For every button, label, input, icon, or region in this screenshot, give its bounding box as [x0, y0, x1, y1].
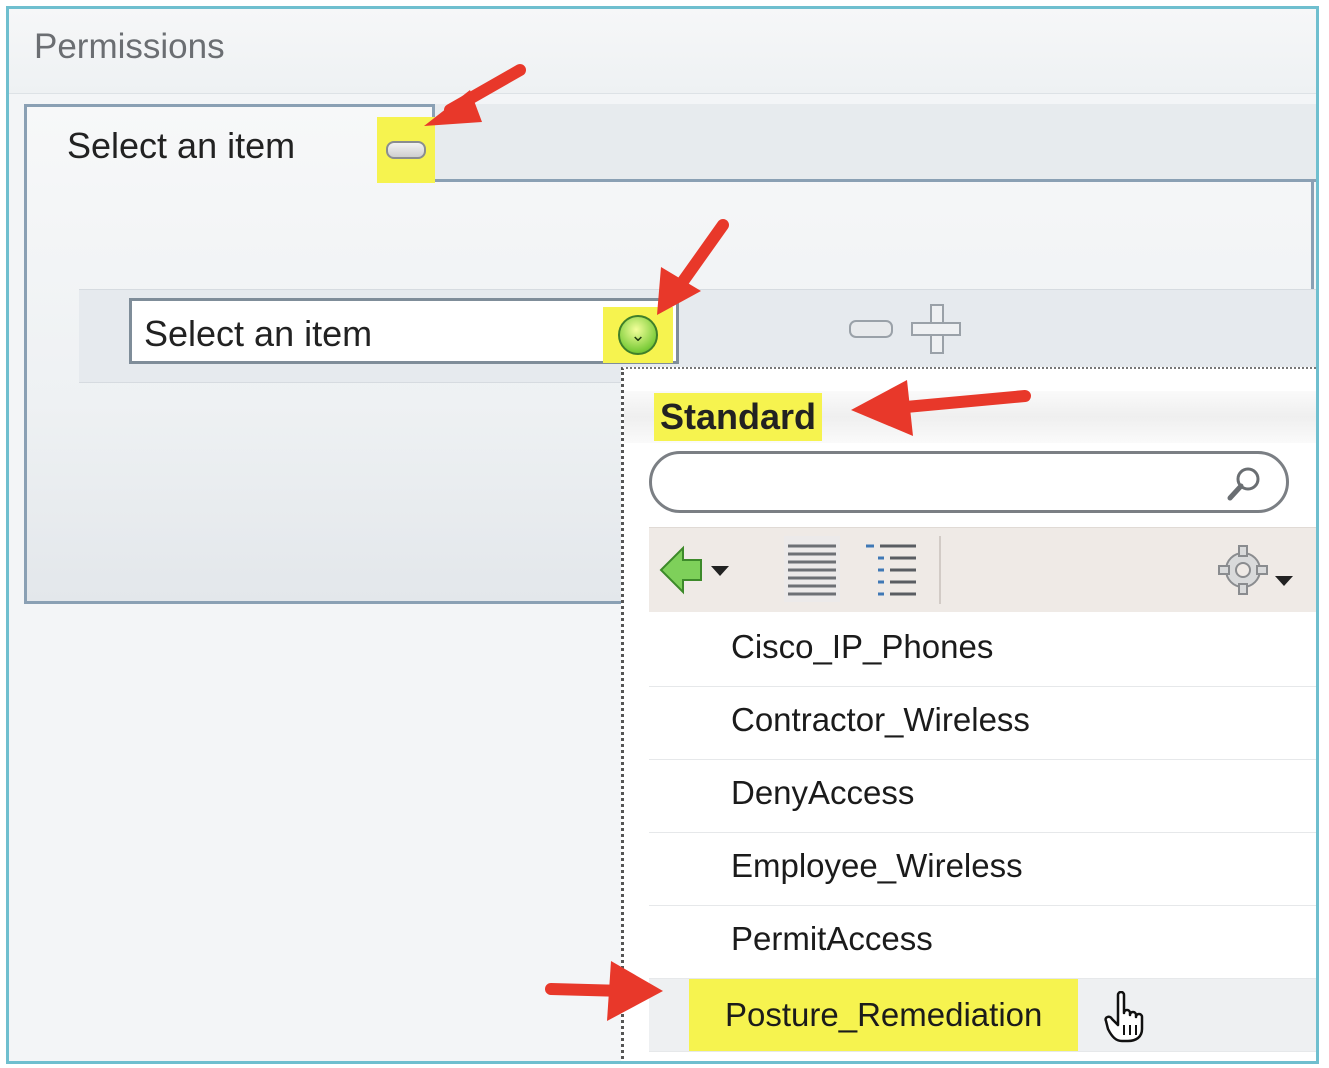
- minus-icon[interactable]: [849, 320, 893, 338]
- chevron-down-icon[interactable]: [711, 566, 729, 576]
- dropdown-toolbar: [649, 527, 1316, 612]
- inner-select[interactable]: Select an item ⌄: [129, 298, 679, 364]
- inner-select-label: Select an item: [144, 313, 373, 354]
- list-item-label: DenyAccess: [731, 774, 915, 811]
- list-item[interactable]: Contractor_Wireless: [649, 687, 1316, 760]
- toolbar-divider: [939, 536, 941, 604]
- page-title: Permissions: [34, 27, 225, 66]
- tree-view-icon[interactable]: [864, 540, 920, 600]
- dropdown-panel: Standard Cisco_IP_Phones Contractor_Wire…: [621, 367, 1316, 1061]
- dropdown-list: Cisco_IP_Phones Contractor_Wireless Deny…: [649, 614, 1316, 1052]
- list-item-label: Employee_Wireless: [731, 847, 1023, 884]
- chevron-down-icon[interactable]: [1275, 576, 1293, 586]
- list-item-selected[interactable]: Posture_Remediation: [649, 979, 1316, 1052]
- list-item[interactable]: DenyAccess: [649, 760, 1316, 833]
- outer-select-label: Select an item: [67, 125, 296, 166]
- annotation-arrow-icon: [851, 380, 1031, 436]
- annotation-arrow-icon: [424, 64, 526, 126]
- search-input[interactable]: [649, 451, 1289, 513]
- plus-icon[interactable]: [911, 304, 961, 354]
- permissions-panel: Permissions Select an item Select an ite…: [6, 6, 1319, 1064]
- list-item[interactable]: PermitAccess: [649, 906, 1316, 979]
- list-item[interactable]: Cisco_IP_Phones: [649, 614, 1316, 687]
- panel-header: Permissions: [9, 9, 1316, 94]
- list-item-label: PermitAccess: [731, 920, 933, 957]
- outer-tab-strip: [432, 104, 1316, 182]
- list-item-label: Contractor_Wireless: [731, 701, 1030, 738]
- annotation-arrow-icon: [657, 219, 729, 315]
- list-view-icon[interactable]: [784, 536, 840, 602]
- list-item-label: Cisco_IP_Phones: [731, 628, 994, 665]
- annotation-arrow-icon: [545, 961, 663, 1021]
- minus-pill-icon: [386, 141, 426, 159]
- hand-cursor-icon: [1104, 991, 1144, 1043]
- back-arrow-icon[interactable]: [657, 542, 717, 598]
- dropdown-title: Standard: [654, 393, 823, 441]
- gear-icon[interactable]: [1217, 542, 1277, 598]
- search-icon[interactable]: [1224, 464, 1264, 504]
- list-item[interactable]: Employee_Wireless: [649, 833, 1316, 906]
- list-item-label: Posture_Remediation: [689, 979, 1079, 1051]
